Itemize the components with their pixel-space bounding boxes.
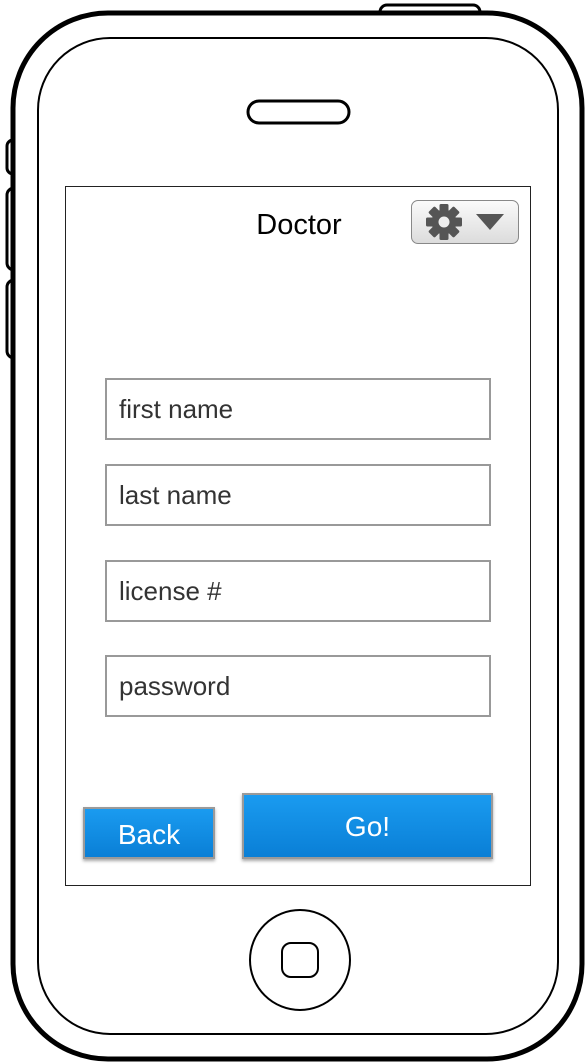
- first-name-field[interactable]: first name: [105, 378, 491, 440]
- home-button[interactable]: [249, 909, 351, 1011]
- speaker-slot: [246, 99, 351, 125]
- password-field[interactable]: password: [105, 655, 491, 717]
- app-screen: Doctor first name last name license # pa…: [65, 186, 531, 886]
- settings-menu-button[interactable]: [411, 200, 519, 244]
- go-button[interactable]: Go!: [242, 793, 493, 859]
- last-name-field[interactable]: last name: [105, 464, 491, 526]
- gear-icon: [425, 203, 463, 241]
- triangle-down-icon: [475, 212, 505, 232]
- license-number-field[interactable]: license #: [105, 560, 491, 622]
- back-button[interactable]: Back: [83, 807, 215, 859]
